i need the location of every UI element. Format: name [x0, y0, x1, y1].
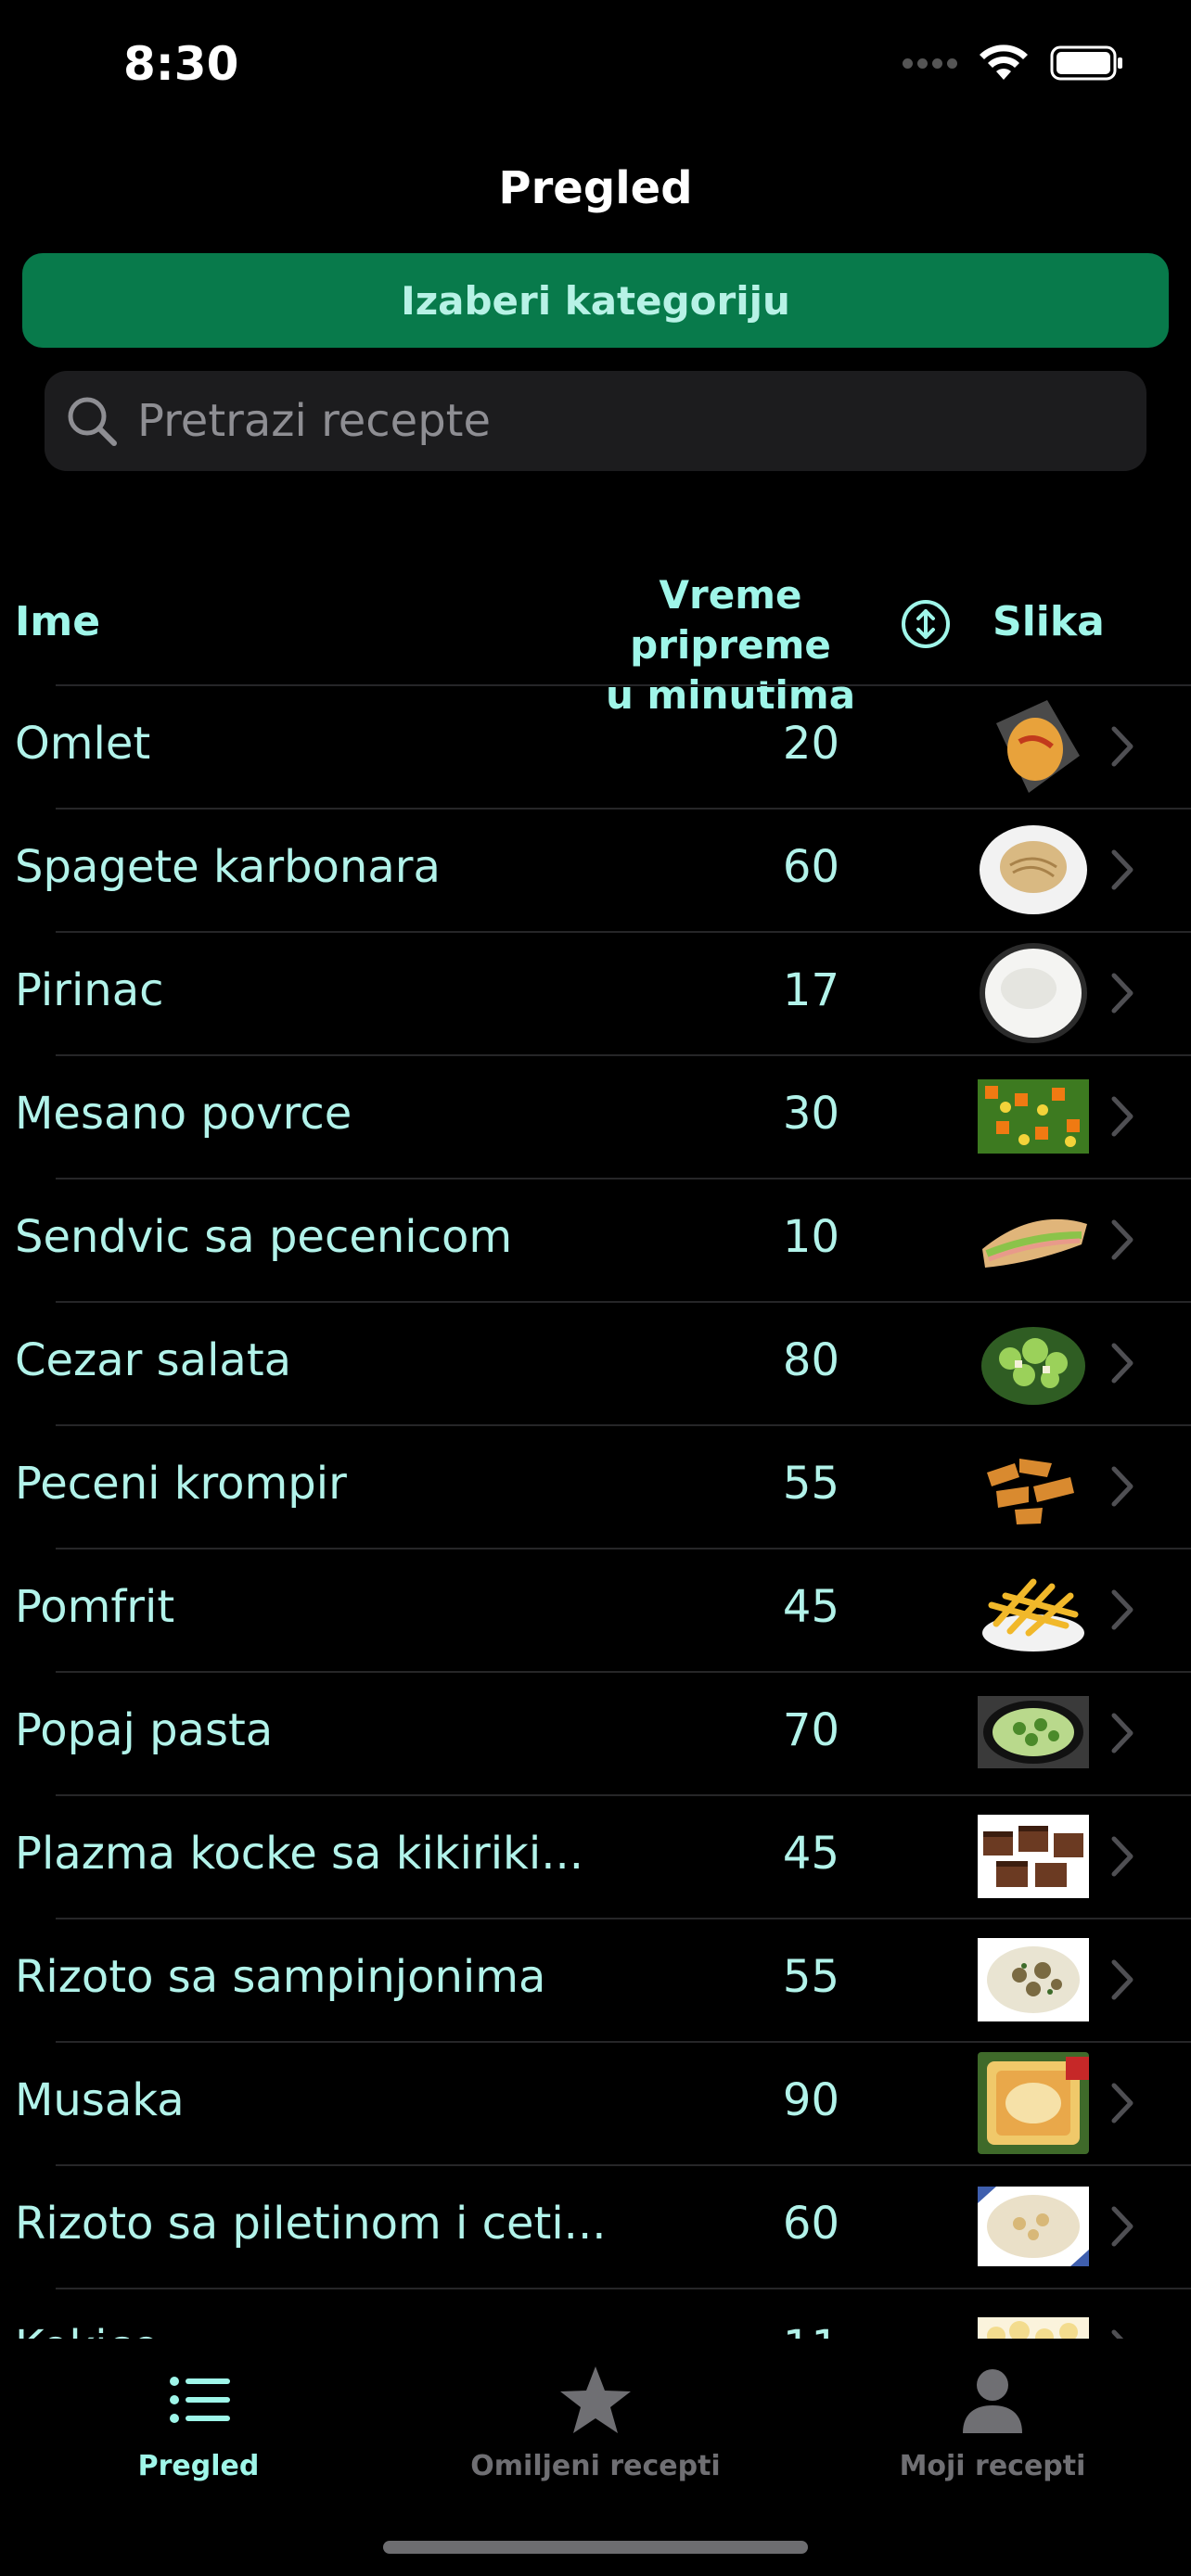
wifi-icon [980, 45, 1028, 80]
chevron-right-icon [1108, 1710, 1136, 1756]
recipe-name: Mesano povrce [15, 1088, 352, 1140]
chevron-right-icon [1108, 2203, 1136, 2250]
recipe-thumbnail-cake-cubes [978, 1805, 1089, 1907]
recipe-row[interactable]: Pomfrit 45 [15, 1548, 1191, 1671]
column-header-image: Slika [992, 598, 1105, 645]
recipe-thumbnail-salad [978, 1312, 1089, 1414]
recipe-prep-time: 45 [782, 1581, 839, 1633]
battery-icon [1050, 45, 1122, 81]
recipe-row[interactable]: Plazma kocke sa kikiriki... 45 [15, 1794, 1191, 1918]
recipe-thumbnail-mixed-vegetables [978, 1065, 1089, 1167]
recipe-thumbnail-mushroom-risotto [978, 1929, 1089, 2031]
page-title: Pregled [498, 162, 693, 214]
recipe-name: Spagete karbonara [15, 841, 441, 893]
cellular-signal-icon [903, 57, 957, 69]
choose-category-button[interactable]: Izaberi kategoriju [22, 253, 1169, 348]
chevron-right-icon [1108, 1957, 1136, 2003]
recipe-prep-time: 80 [782, 1334, 839, 1386]
recipe-name: Omlet [15, 718, 151, 770]
search-input[interactable]: Pretrazi recepte [45, 371, 1146, 471]
recipe-prep-time: 10 [782, 1211, 839, 1263]
chevron-right-icon [1108, 1833, 1136, 1880]
home-indicator[interactable] [383, 2541, 808, 2554]
person-icon [963, 2369, 1022, 2433]
chevron-right-icon [1108, 1093, 1136, 1140]
recipe-thumbnail-rice [978, 942, 1089, 1044]
chevron-right-icon [1108, 1340, 1136, 1386]
recipe-thumbnail-fries [978, 1559, 1089, 1661]
recipe-row[interactable]: Cezar salata 80 [15, 1301, 1191, 1424]
recipe-list[interactable]: Omlet 20 Spagete karbonara 60 Pirinac 17 Mesan… [0, 684, 1191, 2353]
recipe-row[interactable]: Rizoto sa sampinjonima 55 [15, 1918, 1191, 2041]
column-header-name: Ime [15, 598, 101, 645]
sort-toggle-icon[interactable] [900, 598, 952, 650]
recipe-name: Plazma kocke sa kikiriki... [15, 1828, 583, 1880]
search-placeholder: Pretrazi recepte [137, 395, 492, 447]
list-icon [170, 2377, 230, 2423]
star-icon [560, 2366, 631, 2433]
recipe-row[interactable]: Rizoto sa piletinom i ceti... 60 [15, 2164, 1191, 2288]
tab-favorites-label: Omiljeni recepti [470, 2450, 721, 2482]
recipe-thumbnail-omelette [978, 695, 1089, 797]
chevron-right-icon [1108, 1217, 1136, 1263]
recipe-row[interactable]: Peceni krompir 55 [15, 1424, 1191, 1548]
recipe-name: Sendvic sa pecenicom [15, 1211, 513, 1263]
tab-my-recipes[interactable]: Moji recepti [844, 2363, 1141, 2482]
recipe-name: Popaj pasta [15, 1704, 274, 1756]
recipe-prep-time: 60 [782, 841, 839, 893]
recipe-name: Rizoto sa sampinjonima [15, 1951, 546, 2003]
recipe-row[interactable]: Mesano povrce 30 [15, 1054, 1191, 1178]
recipe-row[interactable]: Pirinac 17 [15, 931, 1191, 1054]
recipe-row[interactable]: Spagete karbonara 60 [15, 808, 1191, 931]
chevron-right-icon [1108, 1463, 1136, 1510]
recipe-thumbnail-chicken-risotto [978, 2175, 1089, 2277]
recipe-thumbnail-spinach-pasta [978, 1682, 1089, 1784]
recipe-prep-time: 55 [782, 1458, 839, 1510]
tab-my-recipes-label: Moji recepti [899, 2450, 1086, 2482]
recipe-name: Cezar salata [15, 1334, 292, 1386]
recipe-thumbnail-sandwich [978, 1189, 1089, 1291]
chevron-right-icon [1108, 1587, 1136, 1633]
chevron-right-icon [1108, 847, 1136, 893]
recipe-row[interactable]: Popaj pasta 70 [15, 1671, 1191, 1794]
status-indicators [903, 45, 1124, 82]
recipe-thumbnail-moussaka [978, 2052, 1089, 2154]
table-header: Ime Vreme pripreme u minutima Slika [0, 570, 1191, 718]
tab-overview-label: Pregled [137, 2450, 260, 2482]
recipe-prep-time: 17 [782, 964, 839, 1016]
tab-overview[interactable]: Pregled [50, 2363, 347, 2482]
recipe-name: Peceni krompir [15, 1458, 347, 1510]
recipe-prep-time: 90 [782, 2074, 839, 2126]
recipe-thumbnail-spaghetti [978, 819, 1089, 921]
recipe-row[interactable]: Omlet 20 [15, 684, 1191, 808]
chevron-right-icon [1108, 723, 1136, 770]
recipe-row[interactable]: Sendvic sa pecenicom 10 [15, 1178, 1191, 1301]
recipe-prep-time: 60 [782, 2198, 839, 2250]
tab-favorites[interactable]: Omiljeni recepti [447, 2363, 744, 2482]
column-header-time-line1: Vreme pripreme [630, 572, 831, 668]
recipe-row[interactable]: Musaka 90 [15, 2041, 1191, 2164]
recipe-name: Musaka [15, 2074, 185, 2126]
recipe-name: Pirinac [15, 964, 164, 1016]
recipe-prep-time: 70 [782, 1704, 839, 1756]
recipe-prep-time: 45 [782, 1828, 839, 1880]
recipe-prep-time: 55 [782, 1951, 839, 2003]
status-time: 8:30 [123, 37, 239, 91]
recipe-prep-time: 30 [782, 1088, 839, 1140]
recipe-name: Rizoto sa piletinom i ceti... [15, 2198, 607, 2250]
recipe-name: Pomfrit [15, 1581, 175, 1633]
recipe-prep-time: 20 [782, 718, 839, 770]
search-icon [68, 397, 117, 446]
screen: 8:30 Pregled Izaberi kategoriju Pretrazi… [0, 0, 1191, 2576]
chevron-right-icon [1108, 970, 1136, 1016]
recipe-thumbnail-roasted-potatoes [978, 1435, 1089, 1537]
chevron-right-icon [1108, 2080, 1136, 2126]
